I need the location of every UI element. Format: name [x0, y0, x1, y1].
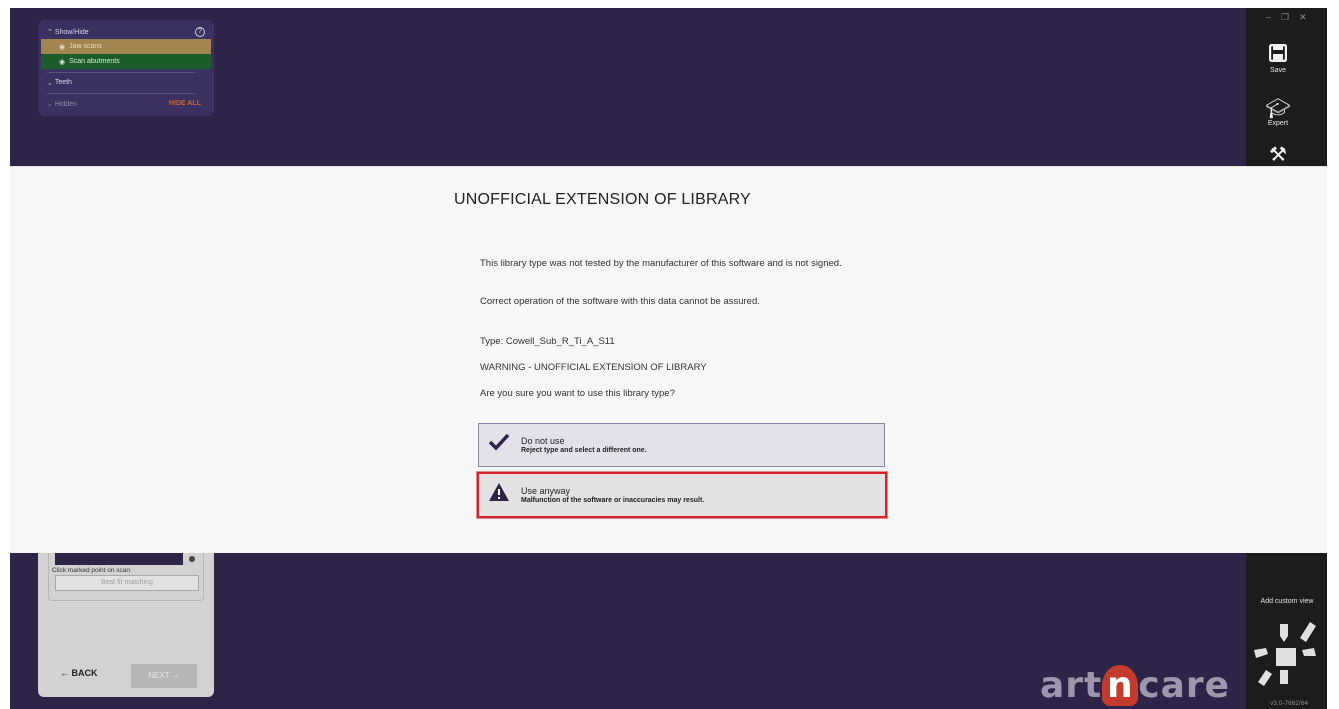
chevron-up-icon: ⌃	[47, 28, 53, 36]
restore-icon[interactable]: ❐	[1281, 12, 1289, 23]
back-button[interactable]: ← BACK	[60, 668, 98, 678]
save-icon	[1246, 43, 1310, 67]
hidden-label: Hidden	[54, 100, 78, 108]
use-anyway-button[interactable]: Use anyway Malfunction of the software o…	[476, 471, 888, 519]
divider	[47, 93, 195, 94]
warning-line: WARNING - UNOFFICIAL EXTENSION OF LIBRAR…	[480, 362, 707, 373]
window-controls: – ❐ ✕	[1266, 12, 1307, 23]
option-title: Do not use	[521, 436, 565, 446]
option-title: Use anyway	[521, 486, 571, 496]
check-icon	[485, 433, 513, 457]
teeth-label: Teeth	[54, 79, 72, 86]
matching-box: Click marked point on scan Best fit matc…	[48, 553, 204, 601]
option-subtitle: Reject type and select a different one.	[521, 447, 647, 454]
layer-label: Jaw scans	[69, 43, 102, 50]
layer-label: Scan abutments	[69, 58, 120, 65]
tools-button[interactable]: ⚒	[1246, 144, 1310, 166]
chevron-down-icon: ⌄	[47, 100, 53, 108]
close-icon[interactable]: ✕	[1299, 12, 1307, 23]
point-marker-icon	[189, 556, 195, 562]
help-icon[interactable]: ?	[195, 26, 205, 37]
chevron-down-icon: ⌄	[47, 79, 53, 87]
expert-label: Expert	[1267, 120, 1289, 127]
view-cube-icon[interactable]	[1254, 618, 1320, 690]
minimize-icon[interactable]: –	[1266, 12, 1271, 23]
preview-strip	[55, 553, 183, 565]
dialog-message: Correct operation of the software with t…	[480, 296, 760, 307]
hint-text: Click marked point on scan	[52, 567, 131, 574]
step-panel: Click marked point on scan Best fit matc…	[38, 553, 214, 697]
version-label: v3.0-7662/64	[1270, 700, 1308, 707]
show-hide-panel: ⌃ Show/Hide ? ◉ Jaw scans ◉ Scan abutmen…	[38, 20, 214, 116]
hidden-group[interactable]: ⌄ Hidden HIDE ALL	[41, 96, 211, 111]
dialog-title: UNOFFICIAL EXTENSION OF LIBRARY	[454, 191, 751, 208]
library-type-line: Type: Cowell_Sub_R_Ti_A_S11	[480, 336, 615, 347]
artncare-logo: art n care	[1040, 665, 1231, 706]
best-fit-button[interactable]: Best fit matching	[55, 575, 199, 591]
right-toolbar	[1246, 8, 1327, 166]
expert-button[interactable]: 🎓︎ Expert	[1246, 98, 1310, 127]
layer-jaw-scans[interactable]: ◉ Jaw scans	[41, 39, 211, 54]
option-subtitle: Malfunction of the software or inaccurac…	[521, 497, 705, 504]
save-button[interactable]: Save	[1246, 43, 1310, 74]
eye-icon[interactable]: ◉	[59, 58, 65, 66]
confirm-question: Are you sure you want to use this librar…	[480, 388, 675, 399]
dialog-message: This library type was not tested by the …	[480, 258, 842, 269]
show-hide-title: Show/Hide	[54, 28, 89, 36]
do-not-use-button[interactable]: Do not use Reject type and select a diff…	[478, 423, 885, 467]
tools-icon: ⚒	[1269, 144, 1287, 166]
teeth-group[interactable]: ⌄ Teeth	[41, 75, 211, 90]
layer-scan-abutments[interactable]: ◉ Scan abutments	[41, 54, 211, 69]
app-window: ⌃ Show/Hide ? ◉ Jaw scans ◉ Scan abutmen…	[0, 0, 1339, 709]
show-hide-header[interactable]: ⌃ Show/Hide ?	[41, 24, 211, 39]
warning-icon	[485, 482, 513, 508]
save-label: Save	[1270, 67, 1286, 74]
graduation-cap-icon: 🎓︎	[1265, 98, 1291, 120]
divider	[47, 72, 195, 73]
next-button[interactable]: NEXT →	[131, 664, 197, 688]
add-custom-view-label[interactable]: Add custom view	[1248, 598, 1326, 605]
hide-all-button[interactable]: HIDE ALL	[169, 100, 201, 107]
eye-icon[interactable]: ◉	[59, 43, 65, 51]
